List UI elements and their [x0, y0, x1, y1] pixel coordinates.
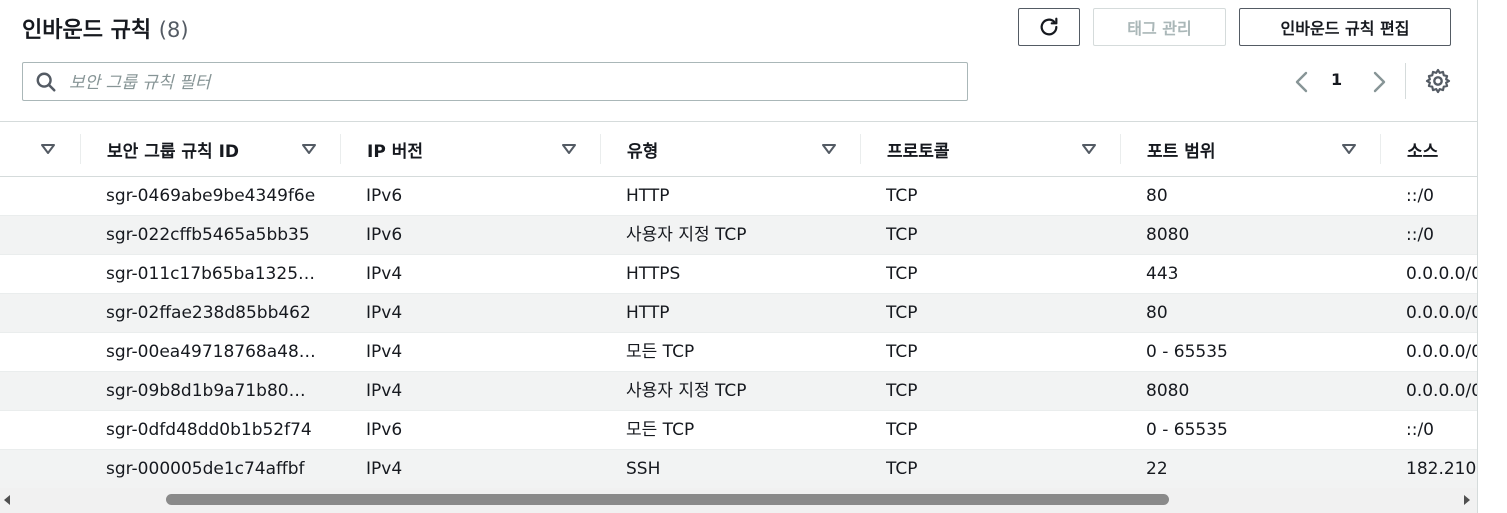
- source-cell: 0.0.0.0/0: [1406, 381, 1477, 401]
- column-divider: [340, 134, 341, 164]
- type-cell: 모든 TCP: [626, 420, 695, 440]
- type-cell: 사용자 지정 TCP: [626, 225, 747, 245]
- ip-version-cell: IPv4: [366, 264, 403, 284]
- refresh-icon: [1040, 17, 1058, 36]
- manage-tags-button[interactable]: 태그 관리: [1093, 8, 1226, 46]
- type-cell: 모든 TCP: [626, 342, 695, 362]
- column-header-source[interactable]: 소스: [1407, 122, 1438, 176]
- table-row[interactable]: sgr-09b8d1b9a71b80… IPv4 사용자 지정 TCP TCP …: [0, 372, 1477, 411]
- inbound-rules-panel: 인바운드 규칙 (8) 태그 관리 인바운드 규칙 편집 1 보안 그룹 규칙 …: [0, 0, 1507, 513]
- gear-icon[interactable]: [1425, 68, 1451, 94]
- rule-id-cell: sgr-09b8d1b9a71b80…: [106, 381, 306, 401]
- port-range-cell: 80: [1146, 186, 1168, 206]
- table-row[interactable]: sgr-0dfd48dd0b1b52f74 IPv6 모든 TCP TCP 0 …: [0, 411, 1477, 450]
- column-divider: [1120, 134, 1121, 164]
- rule-id-cell: sgr-011c17b65ba1325…: [106, 264, 316, 284]
- chevron-right-icon[interactable]: [1367, 68, 1391, 96]
- page-title: 인바운드 규칙 (8): [22, 12, 189, 44]
- type-cell: SSH: [626, 459, 661, 479]
- port-range-cell: 0 - 65535: [1146, 420, 1228, 440]
- rule-id-cell: sgr-02ffae238d85bb462: [106, 303, 311, 323]
- source-cell: 0.0.0.0/0: [1406, 303, 1477, 323]
- column-header-protocol[interactable]: 프로토콜: [887, 122, 950, 176]
- source-cell: ::/0: [1406, 186, 1434, 206]
- sort-icon[interactable]: [1082, 142, 1096, 156]
- source-cell: 0.0.0.0/0: [1406, 264, 1477, 284]
- port-range-cell: 443: [1146, 264, 1179, 284]
- rule-id-cell: sgr-022cffb5465a5bb35: [106, 225, 310, 245]
- table-row[interactable]: sgr-011c17b65ba1325… IPv4 HTTPS TCP 443 …: [0, 255, 1477, 294]
- chevron-left-icon[interactable]: [1290, 68, 1314, 96]
- column-divider: [1380, 134, 1381, 164]
- search-input[interactable]: [67, 67, 951, 98]
- scrollbar-thumb[interactable]: [166, 494, 1169, 505]
- table-header: 보안 그룹 규칙 ID IP 버전 유형 프로토콜 포트 범위 소스: [0, 122, 1477, 177]
- horizontal-scrollbar[interactable]: [0, 488, 1477, 513]
- column-header-ip-version[interactable]: IP 버전: [367, 122, 423, 176]
- column-header-rule-id[interactable]: 보안 그룹 규칙 ID: [107, 122, 239, 176]
- column-divider: [600, 134, 601, 164]
- protocol-cell: TCP: [886, 264, 918, 284]
- type-cell: HTTP: [626, 186, 670, 206]
- sort-icon[interactable]: [302, 142, 316, 156]
- table-row[interactable]: sgr-02ffae238d85bb462 IPv4 HTTP TCP 80 0…: [0, 294, 1477, 333]
- column-divider: [860, 134, 861, 164]
- sort-icon[interactable]: [822, 142, 836, 156]
- protocol-cell: TCP: [886, 381, 918, 401]
- rule-count: (8): [158, 18, 189, 42]
- table-row[interactable]: sgr-000005de1c74affbf IPv4 SSH TCP 22 18…: [0, 450, 1477, 489]
- rule-id-cell: sgr-000005de1c74affbf: [106, 459, 305, 479]
- ip-version-cell: IPv6: [366, 420, 403, 440]
- rule-id-cell: sgr-0469abe9be4349f6e: [106, 186, 316, 206]
- column-header-type[interactable]: 유형: [627, 122, 658, 176]
- pager-divider: [1405, 63, 1406, 99]
- filter-icon[interactable]: [41, 142, 55, 156]
- page-margin: [1478, 0, 1507, 513]
- table-row[interactable]: sgr-0469abe9be4349f6e IPv6 HTTP TCP 80 :…: [0, 177, 1477, 216]
- type-cell: HTTPS: [626, 264, 681, 284]
- ip-version-cell: IPv4: [366, 342, 403, 362]
- sort-icon[interactable]: [562, 142, 576, 156]
- protocol-cell: TCP: [886, 303, 918, 323]
- port-range-cell: 22: [1146, 459, 1168, 479]
- scroll-right-icon[interactable]: [1462, 494, 1472, 506]
- ip-version-cell: IPv6: [366, 225, 403, 245]
- port-range-cell: 8080: [1146, 225, 1190, 245]
- rule-id-cell: sgr-0dfd48dd0b1b52f74: [106, 420, 312, 440]
- ip-version-cell: IPv4: [366, 303, 403, 323]
- protocol-cell: TCP: [886, 420, 918, 440]
- rules-table: 보안 그룹 규칙 ID IP 버전 유형 프로토콜 포트 범위 소스 sgr-0…: [0, 121, 1477, 494]
- column-header-port-range[interactable]: 포트 범위: [1147, 122, 1215, 176]
- source-cell: ::/0: [1406, 420, 1434, 440]
- refresh-button[interactable]: [1018, 8, 1080, 46]
- table-row[interactable]: sgr-022cffb5465a5bb35 IPv6 사용자 지정 TCP TC…: [0, 216, 1477, 255]
- port-range-cell: 0 - 65535: [1146, 342, 1228, 362]
- search-icon: [36, 72, 56, 92]
- protocol-cell: TCP: [886, 459, 918, 479]
- source-cell: 0.0.0.0/0: [1406, 342, 1477, 362]
- port-range-cell: 80: [1146, 303, 1168, 323]
- sort-icon[interactable]: [1342, 142, 1356, 156]
- protocol-cell: TCP: [886, 186, 918, 206]
- ip-version-cell: IPv6: [366, 186, 403, 206]
- protocol-cell: TCP: [886, 225, 918, 245]
- search-box: [22, 62, 968, 101]
- source-cell: 182.210.: [1406, 459, 1477, 479]
- port-range-cell: 8080: [1146, 381, 1190, 401]
- type-cell: HTTP: [626, 303, 670, 323]
- source-cell: ::/0: [1406, 225, 1434, 245]
- column-divider: [80, 134, 81, 164]
- title-text: 인바운드 규칙: [22, 18, 152, 43]
- type-cell: 사용자 지정 TCP: [626, 381, 747, 401]
- protocol-cell: TCP: [886, 342, 918, 362]
- ip-version-cell: IPv4: [366, 459, 403, 479]
- edit-inbound-rules-button[interactable]: 인바운드 규칙 편집: [1239, 8, 1451, 46]
- rule-id-cell: sgr-00ea49718768a48…: [106, 342, 316, 362]
- scroll-left-icon[interactable]: [2, 494, 12, 506]
- table-row[interactable]: sgr-00ea49718768a48… IPv4 모든 TCP TCP 0 -…: [0, 333, 1477, 372]
- ip-version-cell: IPv4: [366, 381, 403, 401]
- current-page[interactable]: 1: [1331, 70, 1342, 89]
